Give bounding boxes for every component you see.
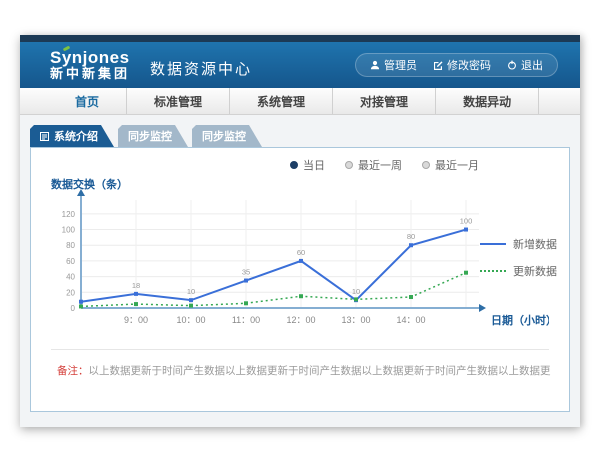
user-menu: 管理员 修改密码 退出 [355,53,558,77]
svg-text:80: 80 [407,232,415,241]
edit-icon [433,60,443,70]
nav-item-home[interactable]: 首页 [48,88,127,114]
nav-item-interface-mgmt[interactable]: 对接管理 [333,88,436,114]
footnote-label: 备注： [57,365,89,377]
panel-divider [51,349,549,350]
svg-text:13：00: 13：00 [341,315,370,325]
logout-button[interactable]: 退出 [507,57,543,73]
page-title: 数据资源中心 [150,58,252,79]
tab-system-intro[interactable]: 系统介绍 [30,125,114,147]
line-chart: 0 20 40 60 80 100 120 9：00 10：00 11：00 12：00 13：00 1… [49,178,551,341]
svg-text:35: 35 [242,268,250,277]
main-nav: 首页 标准管理 系统管理 对接管理 数据异动 [20,88,580,115]
green-dotted-line-sample [480,270,506,272]
radio-icon [422,161,430,169]
blue-line-sample [480,243,506,245]
svg-text:120: 120 [62,210,76,219]
nav-item-standard-mgmt[interactable]: 标准管理 [127,88,230,114]
company-logo: Synjones 新中新集团 [50,49,130,80]
time-range-filters: 当日 最近一周 最近一月 [49,156,479,174]
document-icon [40,132,49,141]
svg-text:10: 10 [352,287,360,296]
nav-item-data-change[interactable]: 数据异动 [436,88,539,114]
series-legend: 新增数据 更新数据 [480,236,557,279]
top-strip [20,35,580,42]
tab-sync-monitor-2[interactable]: 同步监控 [192,125,262,147]
filter-last-week[interactable]: 最近一周 [345,157,402,173]
legend-item-updated-data[interactable]: 更新数据 [480,263,557,279]
svg-text:日期（小时）: 日期（小时） [491,313,549,327]
svg-text:数据交换（条）: 数据交换（条） [51,178,128,191]
filter-today[interactable]: 当日 [290,157,325,173]
user-icon [370,60,380,70]
header-bar: Synjones 新中新集团 数据资源中心 管理员 修改密码 退出 [20,42,580,88]
footnote: 备注：以上数据更新于时间产生数据以上数据更新于时间产生数据以上数据更新于时间产生… [57,363,551,378]
svg-text:11：00: 11：00 [232,315,260,325]
change-password-button[interactable]: 修改密码 [433,57,491,73]
radio-icon [290,161,298,169]
svg-text:60: 60 [66,257,75,266]
svg-text:100: 100 [62,226,76,235]
svg-text:40: 40 [66,273,75,282]
svg-text:9：00: 9：00 [124,315,148,325]
logo-company-name: 新中新集团 [50,67,130,81]
svg-text:12：00: 12：00 [286,315,315,325]
chart-panel: 当日 最近一周 最近一月 0 20 40 60 80 100 120 9：00 10：00 11：… [30,147,570,412]
legend-item-new-data[interactable]: 新增数据 [480,236,557,252]
tab-bar: 系统介绍 同步监控 同步监控 [30,125,580,147]
tab-sync-monitor-1[interactable]: 同步监控 [118,125,188,147]
svg-text:100: 100 [460,217,473,226]
svg-text:14：00: 14：00 [396,315,425,325]
svg-text:60: 60 [297,248,305,257]
svg-text:10: 10 [187,287,195,296]
svg-text:20: 20 [66,288,75,297]
logo-brand-text: Synjones [50,49,130,67]
radio-icon [345,161,353,169]
svg-text:80: 80 [66,241,75,250]
svg-text:10：00: 10：00 [176,315,205,325]
app-window: Synjones 新中新集团 数据资源中心 管理员 修改密码 退出 首页 标准管… [20,35,580,427]
current-user[interactable]: 管理员 [370,57,417,73]
svg-text:18: 18 [132,281,140,290]
svg-text:0: 0 [71,304,76,313]
power-icon [507,60,517,70]
nav-item-system-mgmt[interactable]: 系统管理 [230,88,333,114]
filter-last-month[interactable]: 最近一月 [422,157,479,173]
